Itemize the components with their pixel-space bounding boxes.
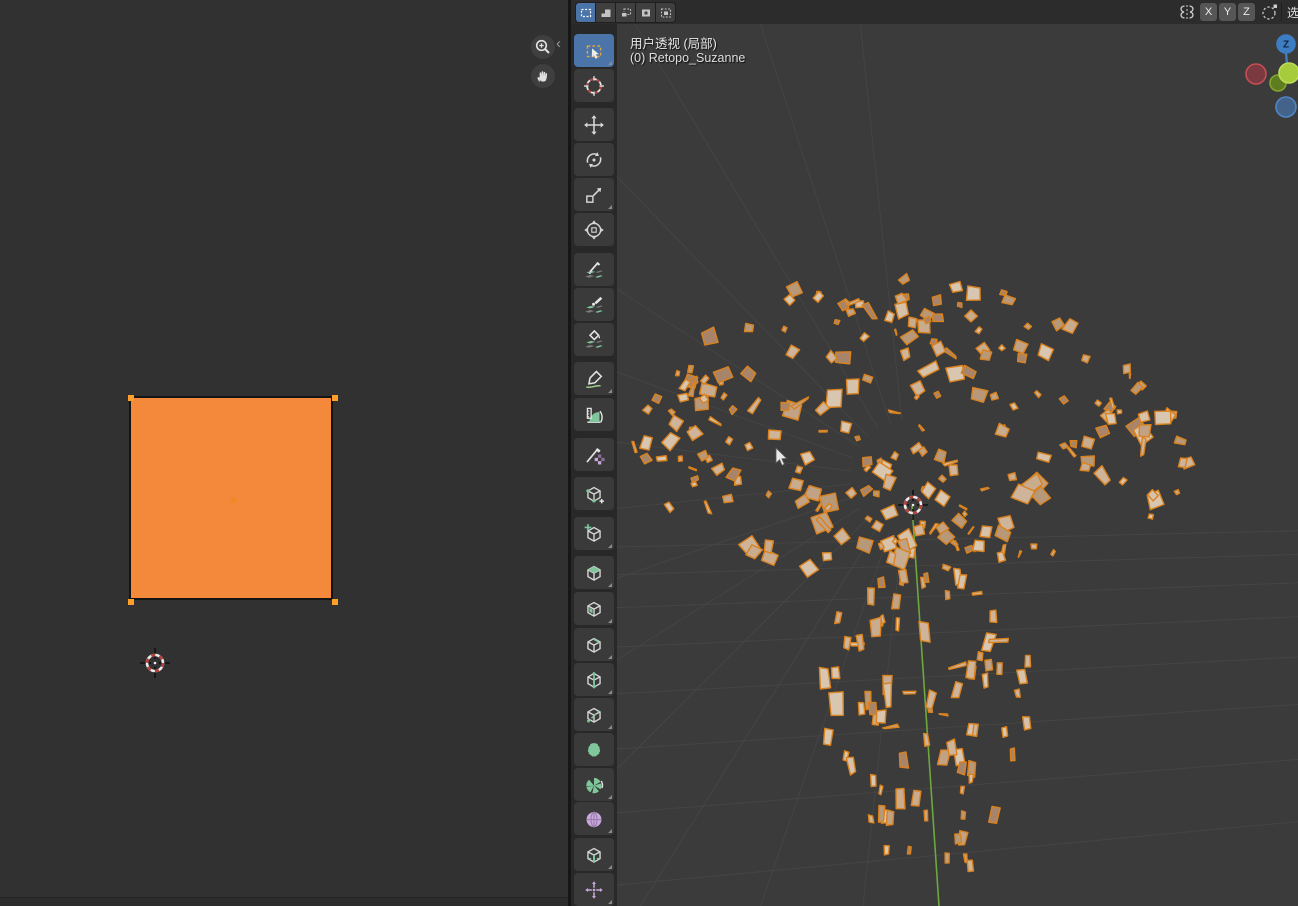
tool-edge-slide[interactable] xyxy=(574,838,614,871)
gizmo-x-neg xyxy=(1245,63,1267,85)
shrink-fatten-icon xyxy=(585,880,603,899)
tool-annotate[interactable] xyxy=(574,362,614,395)
select-box-icon xyxy=(586,44,602,59)
knife-icon xyxy=(587,707,601,723)
tool-draw-face[interactable] xyxy=(574,253,614,286)
tool-inset-faces[interactable] xyxy=(574,592,614,625)
tool-poly-build[interactable] xyxy=(574,477,614,510)
mirror-axis-x[interactable]: X xyxy=(1200,3,1217,21)
proportional-editing-icon[interactable] xyxy=(1260,2,1280,22)
gizmo-y-pos xyxy=(1278,62,1298,84)
smooth-icon xyxy=(586,811,602,828)
measure-icon xyxy=(586,407,603,423)
viewport-header: XYZ 选项 xyxy=(571,0,1298,24)
tool-fill-face[interactable] xyxy=(574,323,614,356)
tool-spin[interactable] xyxy=(574,768,614,801)
brush-face-icon xyxy=(585,296,603,313)
mirror-icon[interactable] xyxy=(1176,2,1198,22)
tool-knife[interactable] xyxy=(574,698,614,731)
tool-transform[interactable] xyxy=(574,213,614,246)
tool-bevel[interactable] xyxy=(574,628,614,661)
header-divider xyxy=(1281,3,1282,21)
move-icon xyxy=(584,114,604,135)
tool-cursor[interactable] xyxy=(574,69,614,102)
pan-button[interactable] xyxy=(531,64,555,88)
tool-face-new[interactable] xyxy=(574,733,614,766)
tool-shrink-fatten[interactable] xyxy=(574,873,614,906)
select-mode-set[interactable] xyxy=(576,3,595,22)
face-new-icon xyxy=(586,742,602,759)
rotate-icon xyxy=(586,151,602,168)
loop-cut-icon xyxy=(587,671,601,688)
viewport-canvas[interactable]: Z xyxy=(571,0,1298,906)
tool-shelf xyxy=(571,24,617,906)
tool-brush-face[interactable] xyxy=(574,288,614,321)
3d-viewport[interactable]: Z XYZ 选项 用户透视 (局部) (0) Retopo_Suzanne xyxy=(571,0,1298,906)
mirror-axis-toggles: XYZ xyxy=(1200,3,1255,21)
tool-move[interactable] xyxy=(574,108,614,141)
select-mode-difference[interactable] xyxy=(636,3,655,22)
inset-faces-icon xyxy=(587,601,601,617)
annotate-icon xyxy=(586,369,603,388)
tool-loop-cut[interactable] xyxy=(574,663,614,696)
poly-build-icon xyxy=(586,486,604,503)
bevel-icon xyxy=(587,637,601,653)
svg-text:Z: Z xyxy=(1283,40,1289,51)
collapse-panel-icon[interactable]: ‹ xyxy=(556,36,561,51)
draw-face-icon xyxy=(585,261,603,278)
transform-icon xyxy=(584,219,604,240)
tool-select-box[interactable] xyxy=(574,34,614,67)
extrude-region-icon xyxy=(587,565,601,581)
tool-smooth[interactable] xyxy=(574,802,614,835)
zoom-button[interactable] xyxy=(531,35,555,59)
uv-editor-canvas[interactable]: ‹ xyxy=(0,0,568,906)
select-mode-extend[interactable] xyxy=(596,3,615,22)
viewport-view-label: 用户透视 (局部) xyxy=(630,37,717,51)
editor-bottom-edge xyxy=(0,897,568,906)
cursor-crosshair xyxy=(140,648,170,678)
rip-checker-icon xyxy=(586,447,605,464)
options-dropdown[interactable]: 选项 xyxy=(1287,4,1298,21)
mirror-axis-z[interactable]: Z xyxy=(1238,3,1255,21)
spin-icon xyxy=(586,777,604,793)
tool-measure[interactable] xyxy=(574,398,614,431)
tool-add-cube[interactable] xyxy=(574,517,614,550)
select-mode-group xyxy=(575,2,676,23)
retopo-faces[interactable] xyxy=(631,272,1196,873)
add-cube-icon xyxy=(584,523,601,542)
viewport-object-label: (0) Retopo_Suzanne xyxy=(630,51,746,65)
fill-face-icon xyxy=(585,329,603,348)
y-axis-line xyxy=(911,505,940,906)
mirror-axis-y[interactable]: Y xyxy=(1219,3,1236,21)
scale-icon xyxy=(586,187,602,203)
blender-window: ‹ Z XYZ 选项 用户透视 (局部) (0) Retopo_Suzanne xyxy=(0,0,1298,906)
cursor-icon xyxy=(584,75,604,96)
gizmo-z-neg xyxy=(1275,96,1297,118)
tool-scale[interactable] xyxy=(574,178,614,211)
hand-icon xyxy=(537,71,548,83)
tool-extrude-region[interactable] xyxy=(574,556,614,589)
edge-slide-icon xyxy=(587,847,601,863)
tool-rotate[interactable] xyxy=(574,143,614,176)
navigation-gizmo[interactable]: Z xyxy=(1245,34,1298,118)
uv-2d-cursor-layer xyxy=(140,648,170,678)
tool-rip-checker[interactable] xyxy=(574,438,614,471)
select-mode-subtract[interactable] xyxy=(616,3,635,22)
select-mode-intersect[interactable] xyxy=(656,3,675,22)
magnifier-plus-icon xyxy=(535,39,550,54)
